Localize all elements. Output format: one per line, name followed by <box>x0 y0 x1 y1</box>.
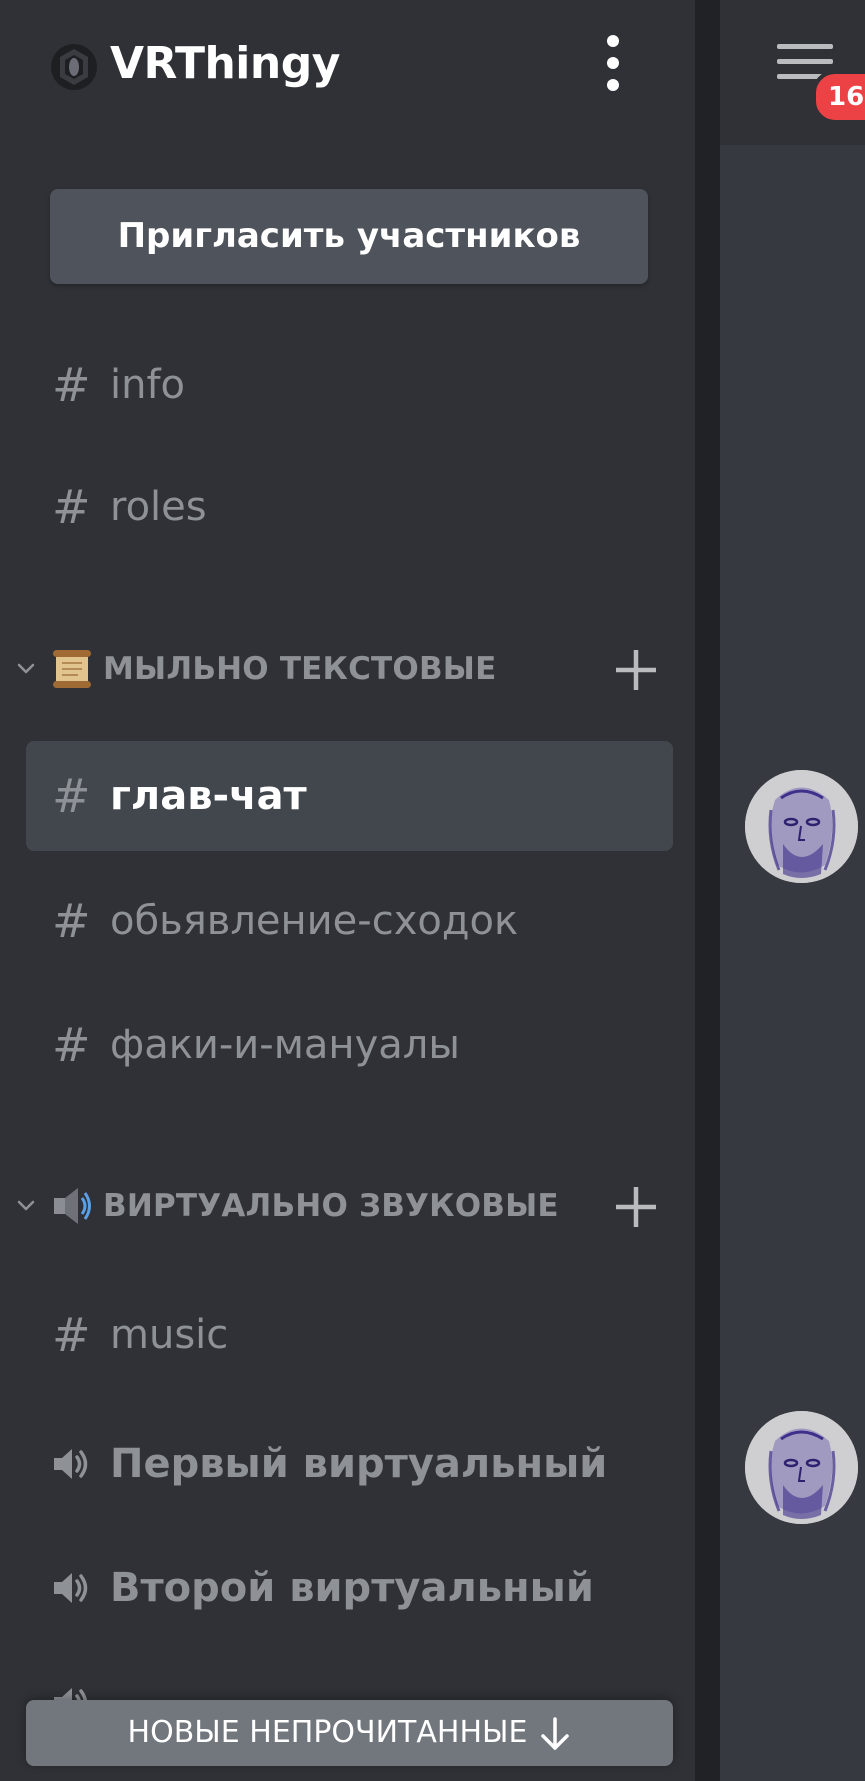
hash-icon: # <box>52 769 91 823</box>
category-text-channels[interactable]: МЫЛЬНО ТЕКСТОВЫЕ <box>0 639 695 699</box>
hash-icon: # <box>52 480 91 534</box>
scroll-emoji <box>53 650 91 688</box>
speaker-icon <box>54 1573 88 1603</box>
add-channel-icon[interactable] <box>614 648 658 692</box>
hash-icon: # <box>52 358 91 412</box>
invite-members-button[interactable]: Пригласить участников <box>50 189 648 284</box>
hash-icon: # <box>52 894 91 948</box>
channel-item-music[interactable]: # music <box>26 1280 673 1390</box>
channel-label: факи-и-мануалы <box>110 1022 460 1068</box>
unread-count-badge: 166 <box>812 70 865 124</box>
channel-label: info <box>110 362 186 408</box>
category-voice-channels[interactable]: ВИРТУАЛЬНО ЗВУКОВЫЕ <box>0 1176 695 1236</box>
add-channel-icon[interactable] <box>614 1185 658 1229</box>
channel-sidebar: VRThingy Пригласить участников # info # … <box>0 0 695 1781</box>
more-vertical-icon[interactable] <box>596 32 630 94</box>
channel-item-info[interactable]: # info <box>26 330 673 440</box>
hash-icon: # <box>52 1018 91 1072</box>
channel-label: Первый виртуальный <box>110 1441 608 1487</box>
channel-item-roles[interactable]: # roles <box>26 452 673 562</box>
category-label: МЫЛЬНО ТЕКСТОВЫЕ <box>103 651 497 687</box>
speaker-icon <box>54 1449 88 1479</box>
channel-item-obyavlenie-shodok[interactable]: # обьявление-сходок <box>26 866 673 976</box>
server-name[interactable]: VRThingy <box>110 36 340 92</box>
new-unreads-bar[interactable]: НОВЫЕ НЕПРОЧИТАННЫЕ <box>26 1700 673 1766</box>
channel-label: music <box>110 1312 229 1358</box>
channel-item-glav-chat[interactable]: # глав-чат <box>26 741 673 851</box>
voice-channel-vtoroy[interactable]: Второй виртуальный <box>26 1533 673 1643</box>
chevron-down-icon <box>17 663 35 674</box>
avatar[interactable] <box>745 1411 858 1524</box>
hash-icon: # <box>52 1308 91 1362</box>
channel-label: Второй виртуальный <box>110 1565 594 1611</box>
server-icon <box>51 44 97 90</box>
channel-label: глав-чат <box>110 773 307 819</box>
new-unreads-label: НОВЫЕ НЕПРОЧИТАННЫЕ <box>127 1715 528 1750</box>
panel-divider <box>695 0 720 1781</box>
avatar-image <box>745 1411 858 1524</box>
category-label: ВИРТУАЛЬНО ЗВУКОВЫЕ <box>103 1188 559 1224</box>
server-header[interactable]: VRThingy <box>0 0 695 130</box>
avatar[interactable] <box>745 770 858 883</box>
speaker-emoji <box>54 1188 91 1224</box>
arrow-down-icon <box>541 1716 570 1750</box>
chat-panel-peek[interactable]: 166 <box>720 0 865 1781</box>
chevron-down-icon <box>17 1200 35 1211</box>
channel-label: обьявление-сходок <box>110 898 519 944</box>
chat-header: 166 <box>720 0 865 145</box>
channel-item-faki-i-manualy[interactable]: # факи-и-мануалы <box>26 990 673 1100</box>
channel-label: roles <box>110 484 207 530</box>
avatar-image <box>745 770 858 883</box>
voice-channel-perviy[interactable]: Первый виртуальный <box>26 1409 673 1519</box>
